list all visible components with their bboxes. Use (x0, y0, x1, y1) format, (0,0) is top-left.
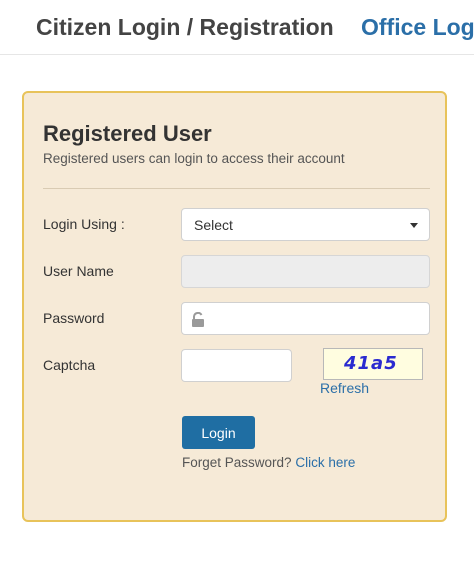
captcha-image: 41a5 (323, 348, 423, 380)
password-input[interactable] (181, 302, 430, 335)
forgot-password-line: Forget Password? Click here (182, 455, 355, 470)
login-using-selected-value: Select (194, 217, 233, 233)
captcha-input[interactable] (181, 349, 292, 382)
divider (43, 188, 430, 189)
panel-title: Registered User (43, 121, 212, 146)
forgot-password-link[interactable]: Click here (295, 455, 355, 470)
login-tabs: Citizen Login / Registration Office Logi… (0, 0, 474, 55)
chevron-down-icon (410, 223, 418, 228)
tab-office-login[interactable]: Office Login (361, 14, 474, 41)
captcha-label: Captcha (43, 357, 96, 373)
username-label: User Name (43, 263, 114, 279)
username-input[interactable] (181, 255, 430, 288)
forgot-password-text: Forget Password? (182, 455, 292, 470)
captcha-code: 41a5 (344, 353, 398, 374)
lock-icon (192, 312, 204, 327)
tab-citizen-login[interactable]: Citizen Login / Registration (36, 14, 334, 41)
refresh-captcha-link[interactable]: Refresh (320, 380, 369, 396)
panel-subtitle: Registered users can login to access the… (43, 151, 345, 166)
login-using-select[interactable]: Select (181, 208, 430, 241)
password-label: Password (43, 310, 105, 326)
registered-user-panel: Registered User Registered users can log… (22, 91, 447, 522)
login-using-label: Login Using : (43, 216, 125, 232)
login-button[interactable]: Login (182, 416, 255, 449)
